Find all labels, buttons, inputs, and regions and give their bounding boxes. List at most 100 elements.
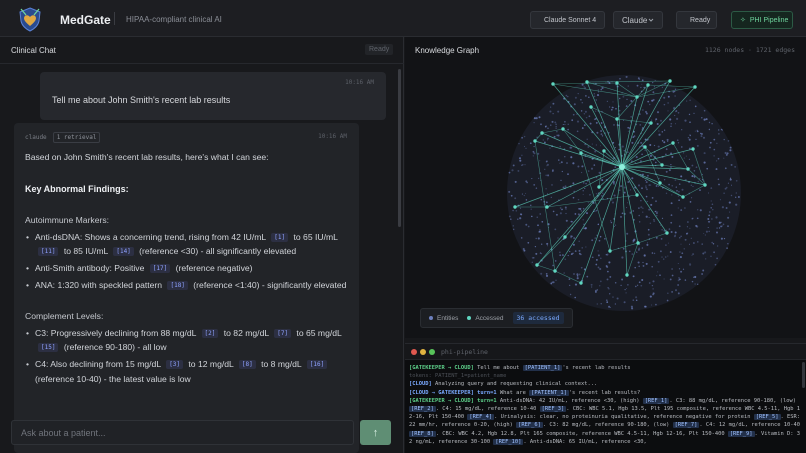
graph-node[interactable] [574,250,577,252]
graph-node[interactable] [708,230,710,233]
graph-node[interactable] [691,164,694,167]
graph-node[interactable] [600,133,603,136]
graph-node[interactable] [689,99,691,102]
graph-node[interactable] [712,243,715,245]
graph-node[interactable] [721,206,724,209]
graph-node[interactable] [568,278,571,280]
graph-node[interactable] [670,202,673,205]
graph-node[interactable] [689,262,691,265]
graph-node[interactable] [536,216,538,218]
graph-node[interactable] [622,95,625,98]
graph-node[interactable] [718,227,721,229]
graph-node[interactable] [666,299,669,302]
graph-node[interactable] [570,253,573,256]
graph-node[interactable] [637,248,640,251]
graph-node[interactable] [683,157,685,159]
graph-node[interactable] [620,185,623,188]
accessed-node[interactable] [665,231,669,235]
graph-node[interactable] [735,203,738,206]
graph-node[interactable] [653,252,656,255]
graph-node[interactable] [611,106,614,109]
graph-node[interactable] [538,116,541,119]
graph-node[interactable] [703,152,706,155]
graph-node[interactable] [614,146,616,148]
graph-node[interactable] [533,145,535,148]
graph-node[interactable] [611,199,613,201]
graph-node[interactable] [524,164,526,166]
graph-node[interactable] [668,183,670,186]
graph-node[interactable] [647,233,650,236]
graph-node[interactable] [612,182,615,185]
graph-node[interactable] [727,182,729,184]
graph-node[interactable] [707,218,710,220]
graph-node[interactable] [648,216,650,219]
graph-node[interactable] [572,243,575,246]
graph-node[interactable] [545,201,548,204]
graph-node[interactable] [595,110,597,112]
graph-node[interactable] [540,198,543,201]
graph-node[interactable] [693,112,695,115]
graph-node[interactable] [595,263,598,266]
graph-node[interactable] [551,281,554,283]
graph-node[interactable] [669,251,672,253]
graph-node[interactable] [676,139,679,142]
graph-node[interactable] [640,141,643,144]
graph-node[interactable] [561,254,564,257]
graph-node[interactable] [533,184,536,186]
graph-node[interactable] [512,209,514,212]
graph-node[interactable] [722,223,725,226]
graph-node[interactable] [688,113,691,116]
graph-node[interactable] [715,231,719,234]
graph-node[interactable] [544,168,546,170]
graph-node[interactable] [702,136,706,139]
graph-node[interactable] [608,106,611,108]
graph-node[interactable] [581,127,584,129]
graph-node[interactable] [585,116,588,119]
graph-node[interactable] [641,153,643,156]
graph-node[interactable] [590,283,593,286]
graph-node[interactable] [635,156,638,159]
graph-node[interactable] [674,231,677,234]
graph-node[interactable] [717,178,720,181]
graph-node[interactable] [724,187,727,190]
graph-node[interactable] [688,158,691,161]
graph-node[interactable] [517,169,520,172]
graph-node[interactable] [715,216,718,219]
graph-node[interactable] [583,86,585,88]
graph-node[interactable] [681,188,684,191]
graph-node[interactable] [676,117,679,120]
graph-node[interactable] [671,194,673,196]
graph-node[interactable] [588,96,590,98]
chat-input[interactable] [11,420,354,445]
graph-node[interactable] [726,247,729,250]
citation-ref[interactable]: [2] [201,328,219,338]
graph-node[interactable] [608,305,611,308]
graph-node[interactable] [682,268,685,270]
graph-node[interactable] [638,281,641,284]
graph-node[interactable] [614,303,617,305]
graph-node[interactable] [692,253,695,256]
graph-node[interactable] [564,206,567,209]
graph-node[interactable] [606,301,608,303]
graph-node[interactable] [721,225,723,227]
graph-node[interactable] [627,180,630,184]
graph-node[interactable] [586,275,589,278]
graph-node[interactable] [699,209,702,212]
graph-node[interactable] [581,83,584,86]
graph-node[interactable] [535,117,538,120]
graph-node[interactable] [693,242,695,244]
graph-node[interactable] [639,124,642,126]
graph-node[interactable] [533,121,535,124]
graph-node[interactable] [552,169,554,172]
graph-node[interactable] [546,165,548,167]
graph-node[interactable] [539,213,541,215]
graph-node[interactable] [679,251,681,253]
graph-node[interactable] [541,243,543,245]
graph-node[interactable] [632,275,635,278]
graph-node[interactable] [665,153,667,156]
graph-node[interactable] [508,171,511,174]
graph-node[interactable] [645,215,648,218]
graph-node[interactable] [661,140,664,142]
graph-node[interactable] [730,184,733,186]
graph-node[interactable] [584,188,586,190]
